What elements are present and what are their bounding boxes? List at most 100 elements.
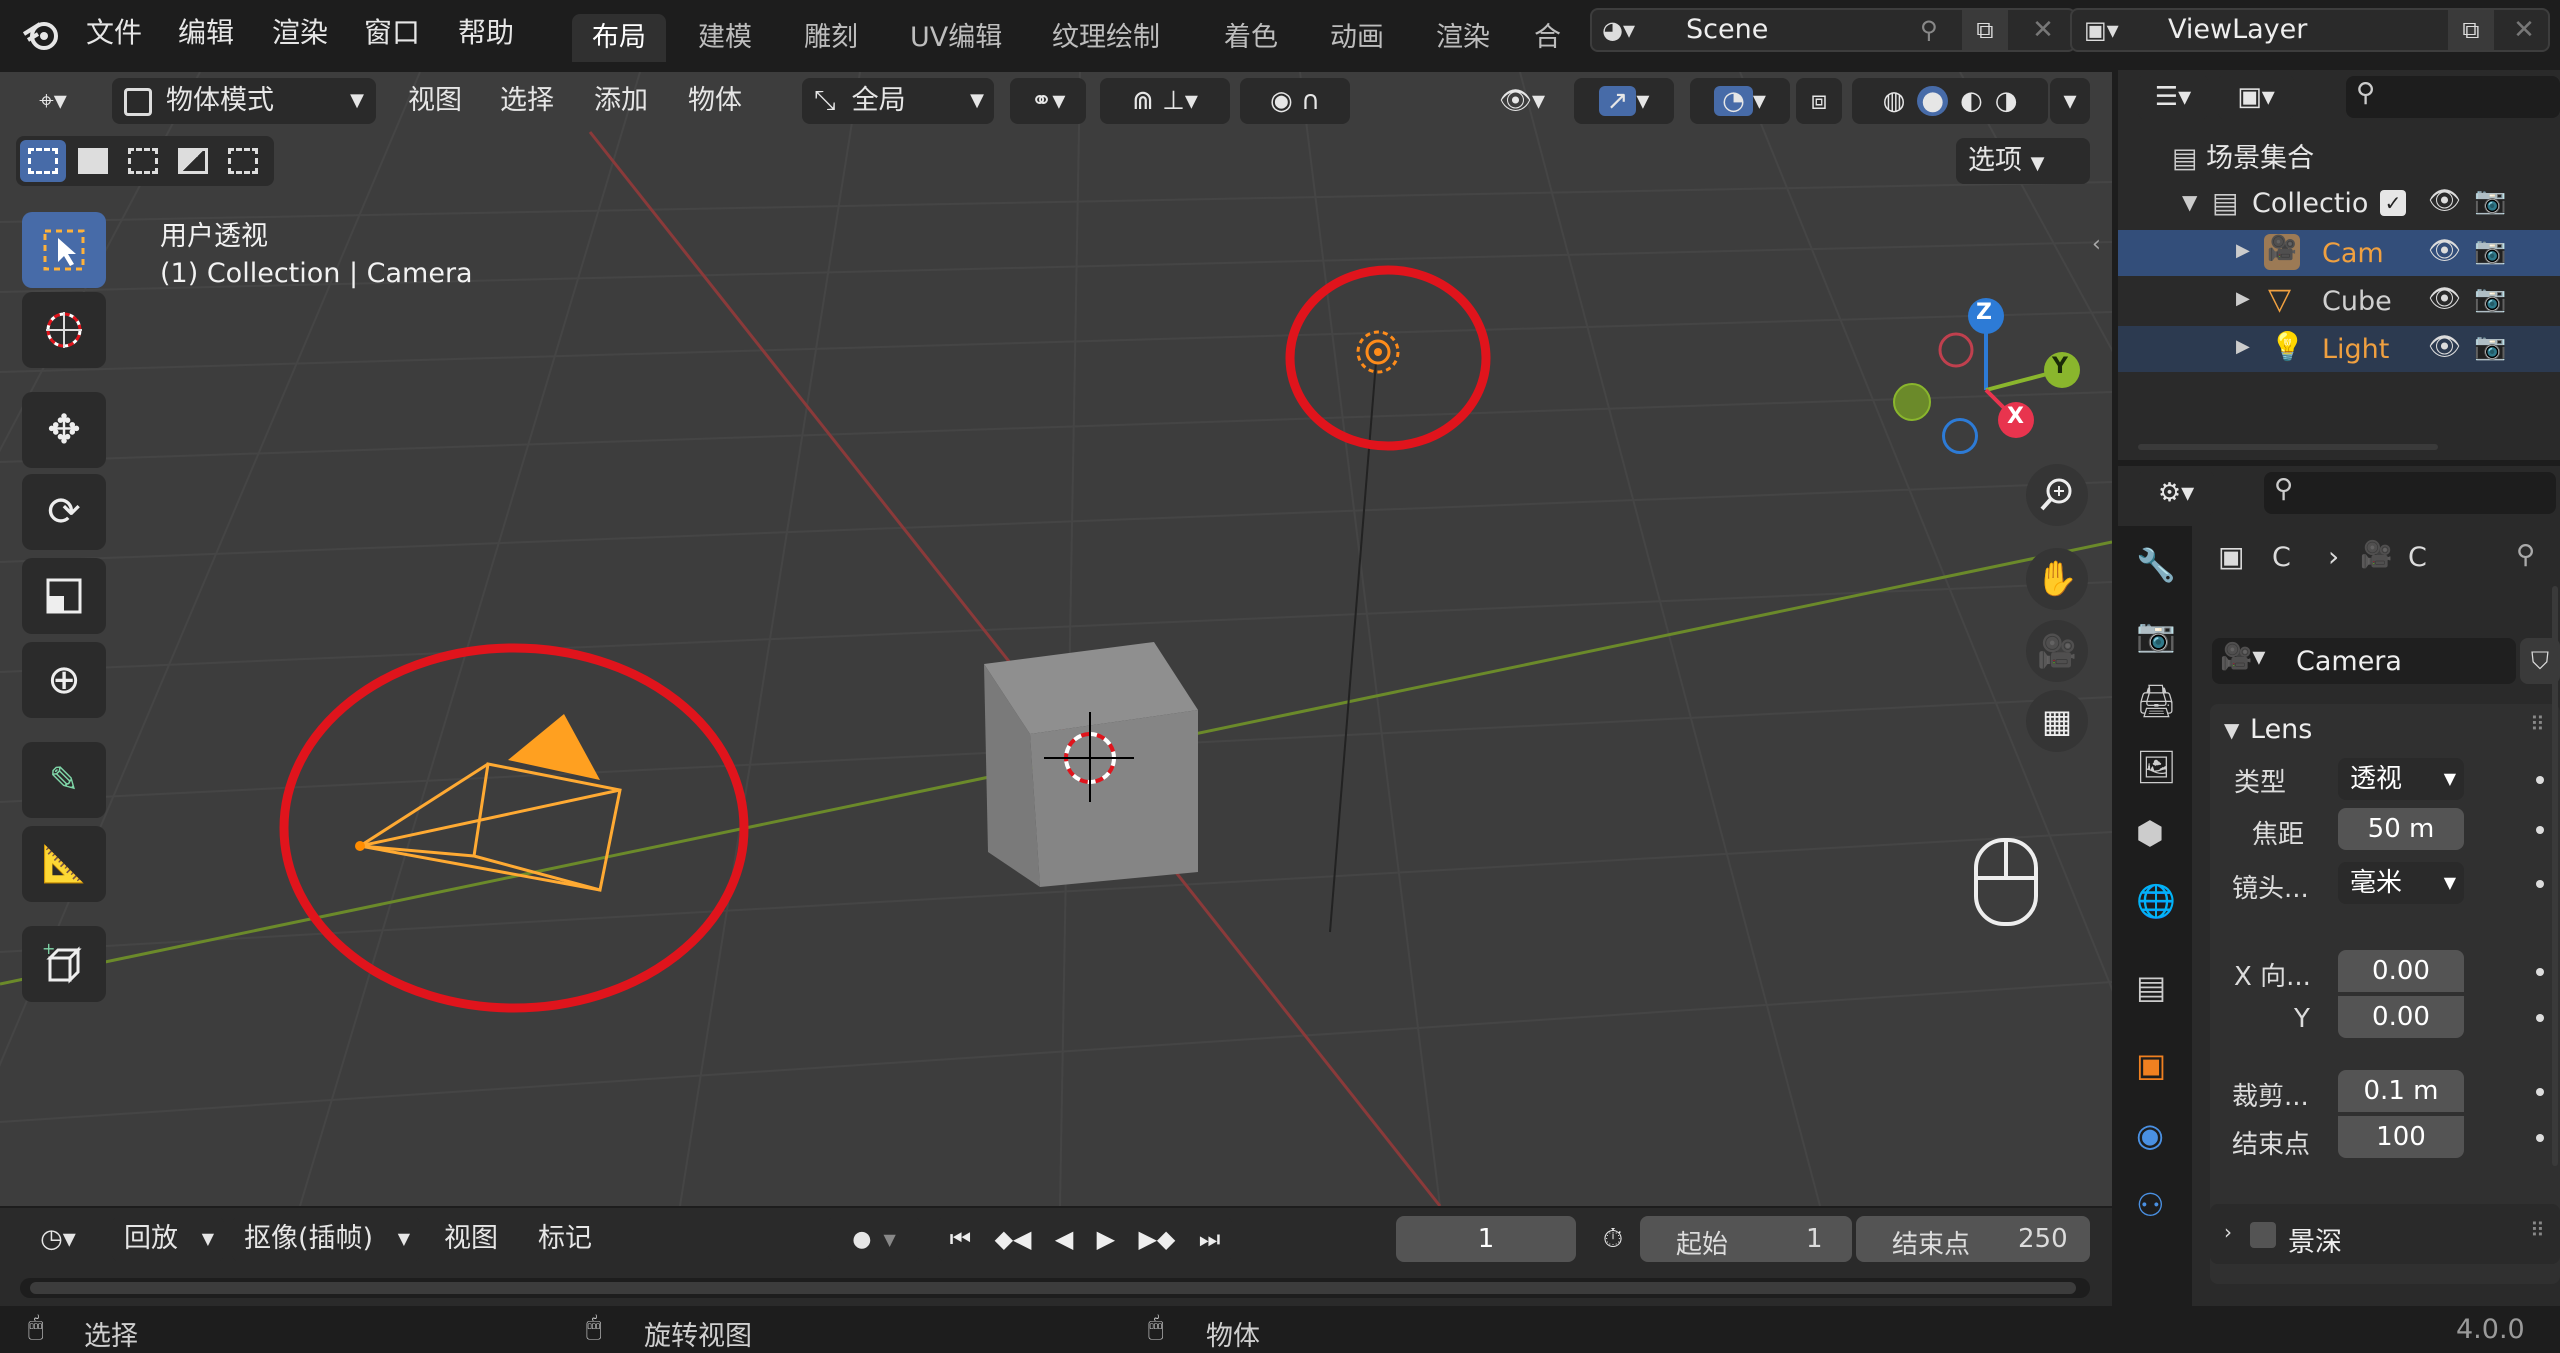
play-icon[interactable]: ▶	[1097, 1225, 1115, 1253]
menu-window[interactable]: 窗口	[364, 0, 420, 66]
tab-compositing[interactable]: 合成	[1514, 14, 1572, 62]
start-frame-field[interactable]: 起始 1	[1640, 1216, 1852, 1262]
prev-keyframe-icon[interactable]: ◆◀	[995, 1225, 1032, 1253]
properties-scrollbar[interactable]	[2552, 586, 2558, 1166]
jump-end-icon[interactable]: ⏭	[1199, 1225, 1221, 1253]
camera-view-icon[interactable]: 🎥	[2026, 620, 2088, 682]
stopwatch-icon[interactable]: ⏱	[1590, 1216, 1636, 1262]
wireframe-shading-icon[interactable]: ◍	[1883, 86, 1906, 116]
snap-icon[interactable]: ⋒ ⊥▾	[1100, 78, 1230, 124]
rendered-shading-icon[interactable]: ◑	[1995, 86, 2018, 116]
gizmo-toggle[interactable]: ↗ ▾	[1574, 78, 1674, 124]
tab-sculpting[interactable]: 雕刻	[784, 14, 878, 62]
pivot-point-icon[interactable]: ⚭▾	[1010, 78, 1086, 124]
select-new-icon[interactable]	[20, 140, 66, 182]
gizmo-neg-z[interactable]	[1942, 418, 1978, 454]
tab-rendering[interactable]: 渲染	[1416, 14, 1510, 62]
viewlayer-name[interactable]: ViewLayer	[2168, 10, 2307, 50]
shift-y-field[interactable]: 0.00	[2338, 996, 2464, 1038]
jump-start-icon[interactable]: ⏮	[950, 1225, 972, 1253]
expand-arrow-icon[interactable]: ▶	[2236, 288, 2250, 309]
tab-uv-editing[interactable]: UV编辑	[890, 14, 1022, 62]
animate-dot[interactable]	[2536, 880, 2544, 888]
outliner-search[interactable]: ⚲	[2346, 76, 2560, 118]
menu-select[interactable]: 选择	[500, 78, 554, 124]
animate-dot[interactable]	[2536, 1134, 2544, 1142]
add-cube-tool[interactable]: +	[22, 926, 106, 1002]
navigation-gizmo[interactable]: Z Y X	[1880, 220, 2080, 478]
next-keyframe-icon[interactable]: ▶◆	[1138, 1225, 1175, 1253]
expand-arrow-icon[interactable]: ›	[2224, 1220, 2232, 1244]
annotate-tool[interactable]: ✎	[22, 742, 106, 818]
collection-tab-icon[interactable]: ▤	[2136, 968, 2166, 1006]
playback-menu[interactable]: 回放 ▼	[112, 1216, 224, 1262]
rotate-tool[interactable]: ⟳	[22, 474, 106, 550]
camera-render-icon[interactable]: 📷	[2474, 284, 2506, 314]
timeline-scrubber[interactable]	[20, 1278, 2090, 1298]
menu-view[interactable]: 视图	[408, 78, 462, 124]
auto-keying-toggle[interactable]: ● ▼	[828, 1216, 920, 1262]
outliner-collection-row[interactable]: ▼ ▤ Collectio ✓ 👁 📷	[2182, 184, 2560, 228]
sidebar-toggle-icon[interactable]: ‹	[2092, 232, 2101, 257]
scene-tab-icon[interactable]: ⬢	[2136, 814, 2164, 852]
blender-logo-icon[interactable]	[20, 14, 60, 54]
zoom-icon[interactable]	[2026, 464, 2088, 526]
overlay-toggle[interactable]: ◔ ▾	[1690, 78, 1790, 124]
solid-shading-icon[interactable]: ●	[1917, 86, 1948, 116]
menu-edit[interactable]: 编辑	[178, 0, 234, 66]
timeline-view-menu[interactable]: 视图	[444, 1216, 498, 1262]
tab-layout[interactable]: 布局	[572, 14, 666, 62]
menu-add[interactable]: 添加	[594, 78, 648, 124]
play-reverse-icon[interactable]: ◀	[1055, 1225, 1073, 1253]
mode-selector[interactable]: 物体模式 ▼	[112, 78, 376, 124]
dof-panel-header[interactable]: › 景深 ⠿	[2210, 1204, 2560, 1264]
outliner-scrollbar[interactable]	[2138, 444, 2438, 450]
eye-icon[interactable]: 👁	[2428, 186, 2461, 216]
cursor-tool[interactable]	[22, 292, 106, 368]
tab-modeling[interactable]: 建模	[678, 14, 772, 62]
proportional-edit-icon[interactable]: ◉ ∩	[1240, 78, 1350, 124]
object-tab-icon[interactable]: ▣	[2136, 1046, 2166, 1084]
eye-icon[interactable]: 👁	[2428, 332, 2461, 362]
physics-tab-icon[interactable]: ◉	[2136, 1116, 2164, 1154]
outliner-root[interactable]: ▤ 场景集合	[2172, 136, 2314, 175]
timeline-editor-icon[interactable]: ◷▾	[20, 1216, 96, 1262]
properties-search[interactable]: ⚲	[2264, 472, 2556, 514]
camera-render-icon[interactable]: 📷	[2474, 332, 2506, 362]
editor-type-icon[interactable]: ⌖▾	[18, 78, 88, 124]
ortho-grid-icon[interactable]: ▦	[2026, 690, 2088, 752]
3d-viewport[interactable]: ⌖▾ 物体模式 ▼ 视图 选择 添加 物体 ⤡ 全局 ▼ ⚭▾ ⋒ ⊥▾ ◉ ∩ 👁▾…	[0, 72, 2112, 1206]
render-tab-icon[interactable]: 📷	[2136, 616, 2176, 654]
animate-dot[interactable]	[2536, 968, 2544, 976]
outliner-row-light[interactable]: ▶ 💡 Light 👁 📷	[2118, 326, 2560, 372]
lens-unit-dropdown[interactable]: 毫米 ▼	[2338, 862, 2464, 904]
timeline-marker-menu[interactable]: 标记	[538, 1216, 592, 1262]
outliner-row-cube[interactable]: ▶ ▽ Cube 👁 📷	[2118, 278, 2560, 324]
animate-dot[interactable]	[2536, 1014, 2544, 1022]
options-dropdown[interactable]: 选项 ▼	[1956, 138, 2090, 184]
camera-datablock[interactable]: 🎥▾ Camera	[2212, 638, 2516, 684]
pin-icon[interactable]: ⚲	[1920, 16, 1938, 44]
view-layer-tab-icon[interactable]: 🖼	[2136, 748, 2177, 786]
animate-dot[interactable]	[2536, 1088, 2544, 1096]
clip-start-field[interactable]: 0.1 m	[2338, 1070, 2464, 1112]
expand-arrow-icon[interactable]: ▶	[2236, 336, 2250, 357]
drag-handle-icon[interactable]: ⠿	[2530, 1218, 2545, 1242]
menu-object[interactable]: 物体	[688, 78, 742, 124]
expand-arrow-icon[interactable]: ▶	[2236, 240, 2250, 261]
output-tab-icon[interactable]: 🖨	[2136, 682, 2177, 720]
move-tool[interactable]: ✥	[22, 392, 106, 468]
drag-handle-icon[interactable]: ⠿	[2530, 712, 2545, 736]
select-box-tool[interactable]	[22, 212, 106, 288]
select-subtract-icon[interactable]	[120, 140, 166, 182]
animate-dot[interactable]	[2536, 826, 2544, 834]
camera-data-icon[interactable]: 🎥▾	[2220, 642, 2265, 672]
type-dropdown[interactable]: 透视 ▼	[2338, 758, 2464, 800]
display-mode-icon[interactable]: ▣▾	[2218, 74, 2294, 120]
expand-arrow-icon[interactable]: ▼	[2182, 190, 2197, 214]
transform-orientation[interactable]: ⤡ 全局 ▼	[802, 78, 994, 124]
camera-render-icon[interactable]: 📷	[2474, 236, 2506, 266]
outliner-editor-icon[interactable]: ☰▾	[2138, 74, 2208, 120]
viewlayer-selector[interactable]: ▣▾ ViewLayer ⧉ ✕	[2070, 8, 2550, 52]
transform-tool[interactable]: ⊕	[22, 642, 106, 718]
